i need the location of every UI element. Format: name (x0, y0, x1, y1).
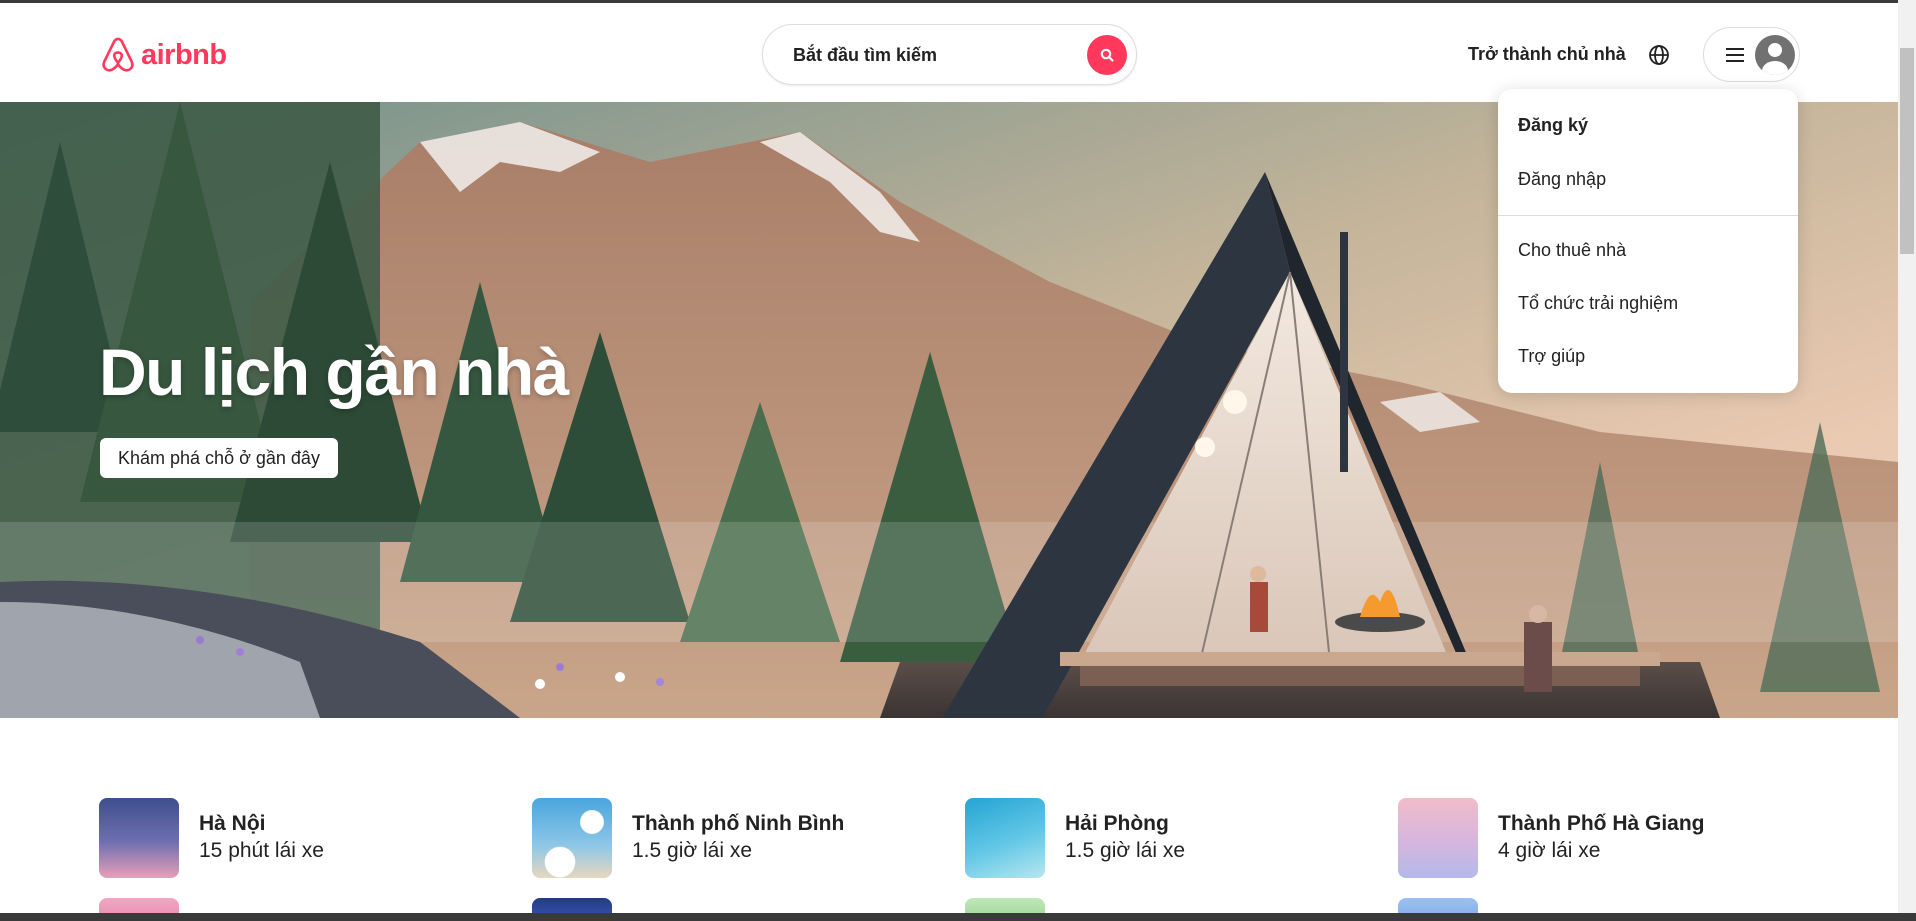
header: airbnb Bắt đầu tìm kiếm Trở thành chủ nh… (0, 3, 1898, 102)
nearby-destination[interactable]: Thành Phố Hà Giang 4 giờ lái xe (1398, 798, 1798, 878)
user-dropdown-menu: Đăng ký Đăng nhập Cho thuê nhà Tổ chức t… (1498, 89, 1798, 393)
menu-item-host-home[interactable]: Cho thuê nhà (1518, 240, 1626, 261)
window-bottom-border (0, 913, 1916, 921)
scrollbar-thumb[interactable] (1900, 48, 1914, 254)
destination-thumbnail (965, 798, 1045, 878)
search-button[interactable] (1087, 35, 1127, 75)
destination-name: Hải Phòng (1065, 812, 1169, 835)
airbnb-logo-icon (102, 37, 134, 72)
destination-name: Thành phố Ninh Bình (632, 812, 845, 835)
destination-name: Thành Phố Hà Giang (1498, 812, 1705, 835)
destination-thumbnail (99, 798, 179, 878)
hero-title: Du lịch gần nhà (99, 335, 569, 409)
menu-item-host-experience[interactable]: Tổ chức trải nghiệm (1518, 293, 1678, 314)
user-icon (1762, 43, 1788, 75)
airbnb-logo[interactable]: airbnb (99, 34, 227, 76)
become-host-link[interactable]: Trở thành chủ nhà (1468, 44, 1626, 65)
menu-item-help[interactable]: Trợ giúp (1518, 346, 1585, 367)
user-menu-button[interactable] (1703, 27, 1800, 82)
destination-distance: 1.5 giờ lái xe (1065, 839, 1186, 862)
search-bar[interactable]: Bắt đầu tìm kiếm (762, 24, 1137, 85)
menu-item-login[interactable]: Đăng nhập (1518, 169, 1606, 190)
search-placeholder: Bắt đầu tìm kiếm (793, 45, 938, 65)
destination-thumbnail (1398, 798, 1478, 878)
menu-divider (1498, 215, 1798, 216)
nearby-destination[interactable]: Thành phố Ninh Bình 1.5 giờ lái xe (532, 798, 932, 878)
menu-icon (1726, 48, 1744, 62)
search-icon (1100, 48, 1114, 62)
nearby-destination[interactable]: Hà Nội 15 phút lái xe (99, 798, 499, 878)
destination-thumbnail (532, 798, 612, 878)
menu-item-signup[interactable]: Đăng ký (1518, 115, 1588, 136)
destination-distance: 1.5 giờ lái xe (632, 839, 753, 862)
logo-text: airbnb (141, 38, 227, 71)
globe-icon[interactable] (1647, 43, 1671, 67)
destination-distance: 4 giờ lái xe (1498, 839, 1601, 862)
destination-name: Hà Nội (199, 812, 266, 835)
avatar (1755, 35, 1795, 75)
nearby-destination[interactable]: Hải Phòng 1.5 giờ lái xe (965, 798, 1365, 878)
explore-nearby-button[interactable]: Khám phá chỗ ở gần đây (100, 438, 338, 478)
destination-distance: 15 phút lái xe (199, 839, 324, 862)
